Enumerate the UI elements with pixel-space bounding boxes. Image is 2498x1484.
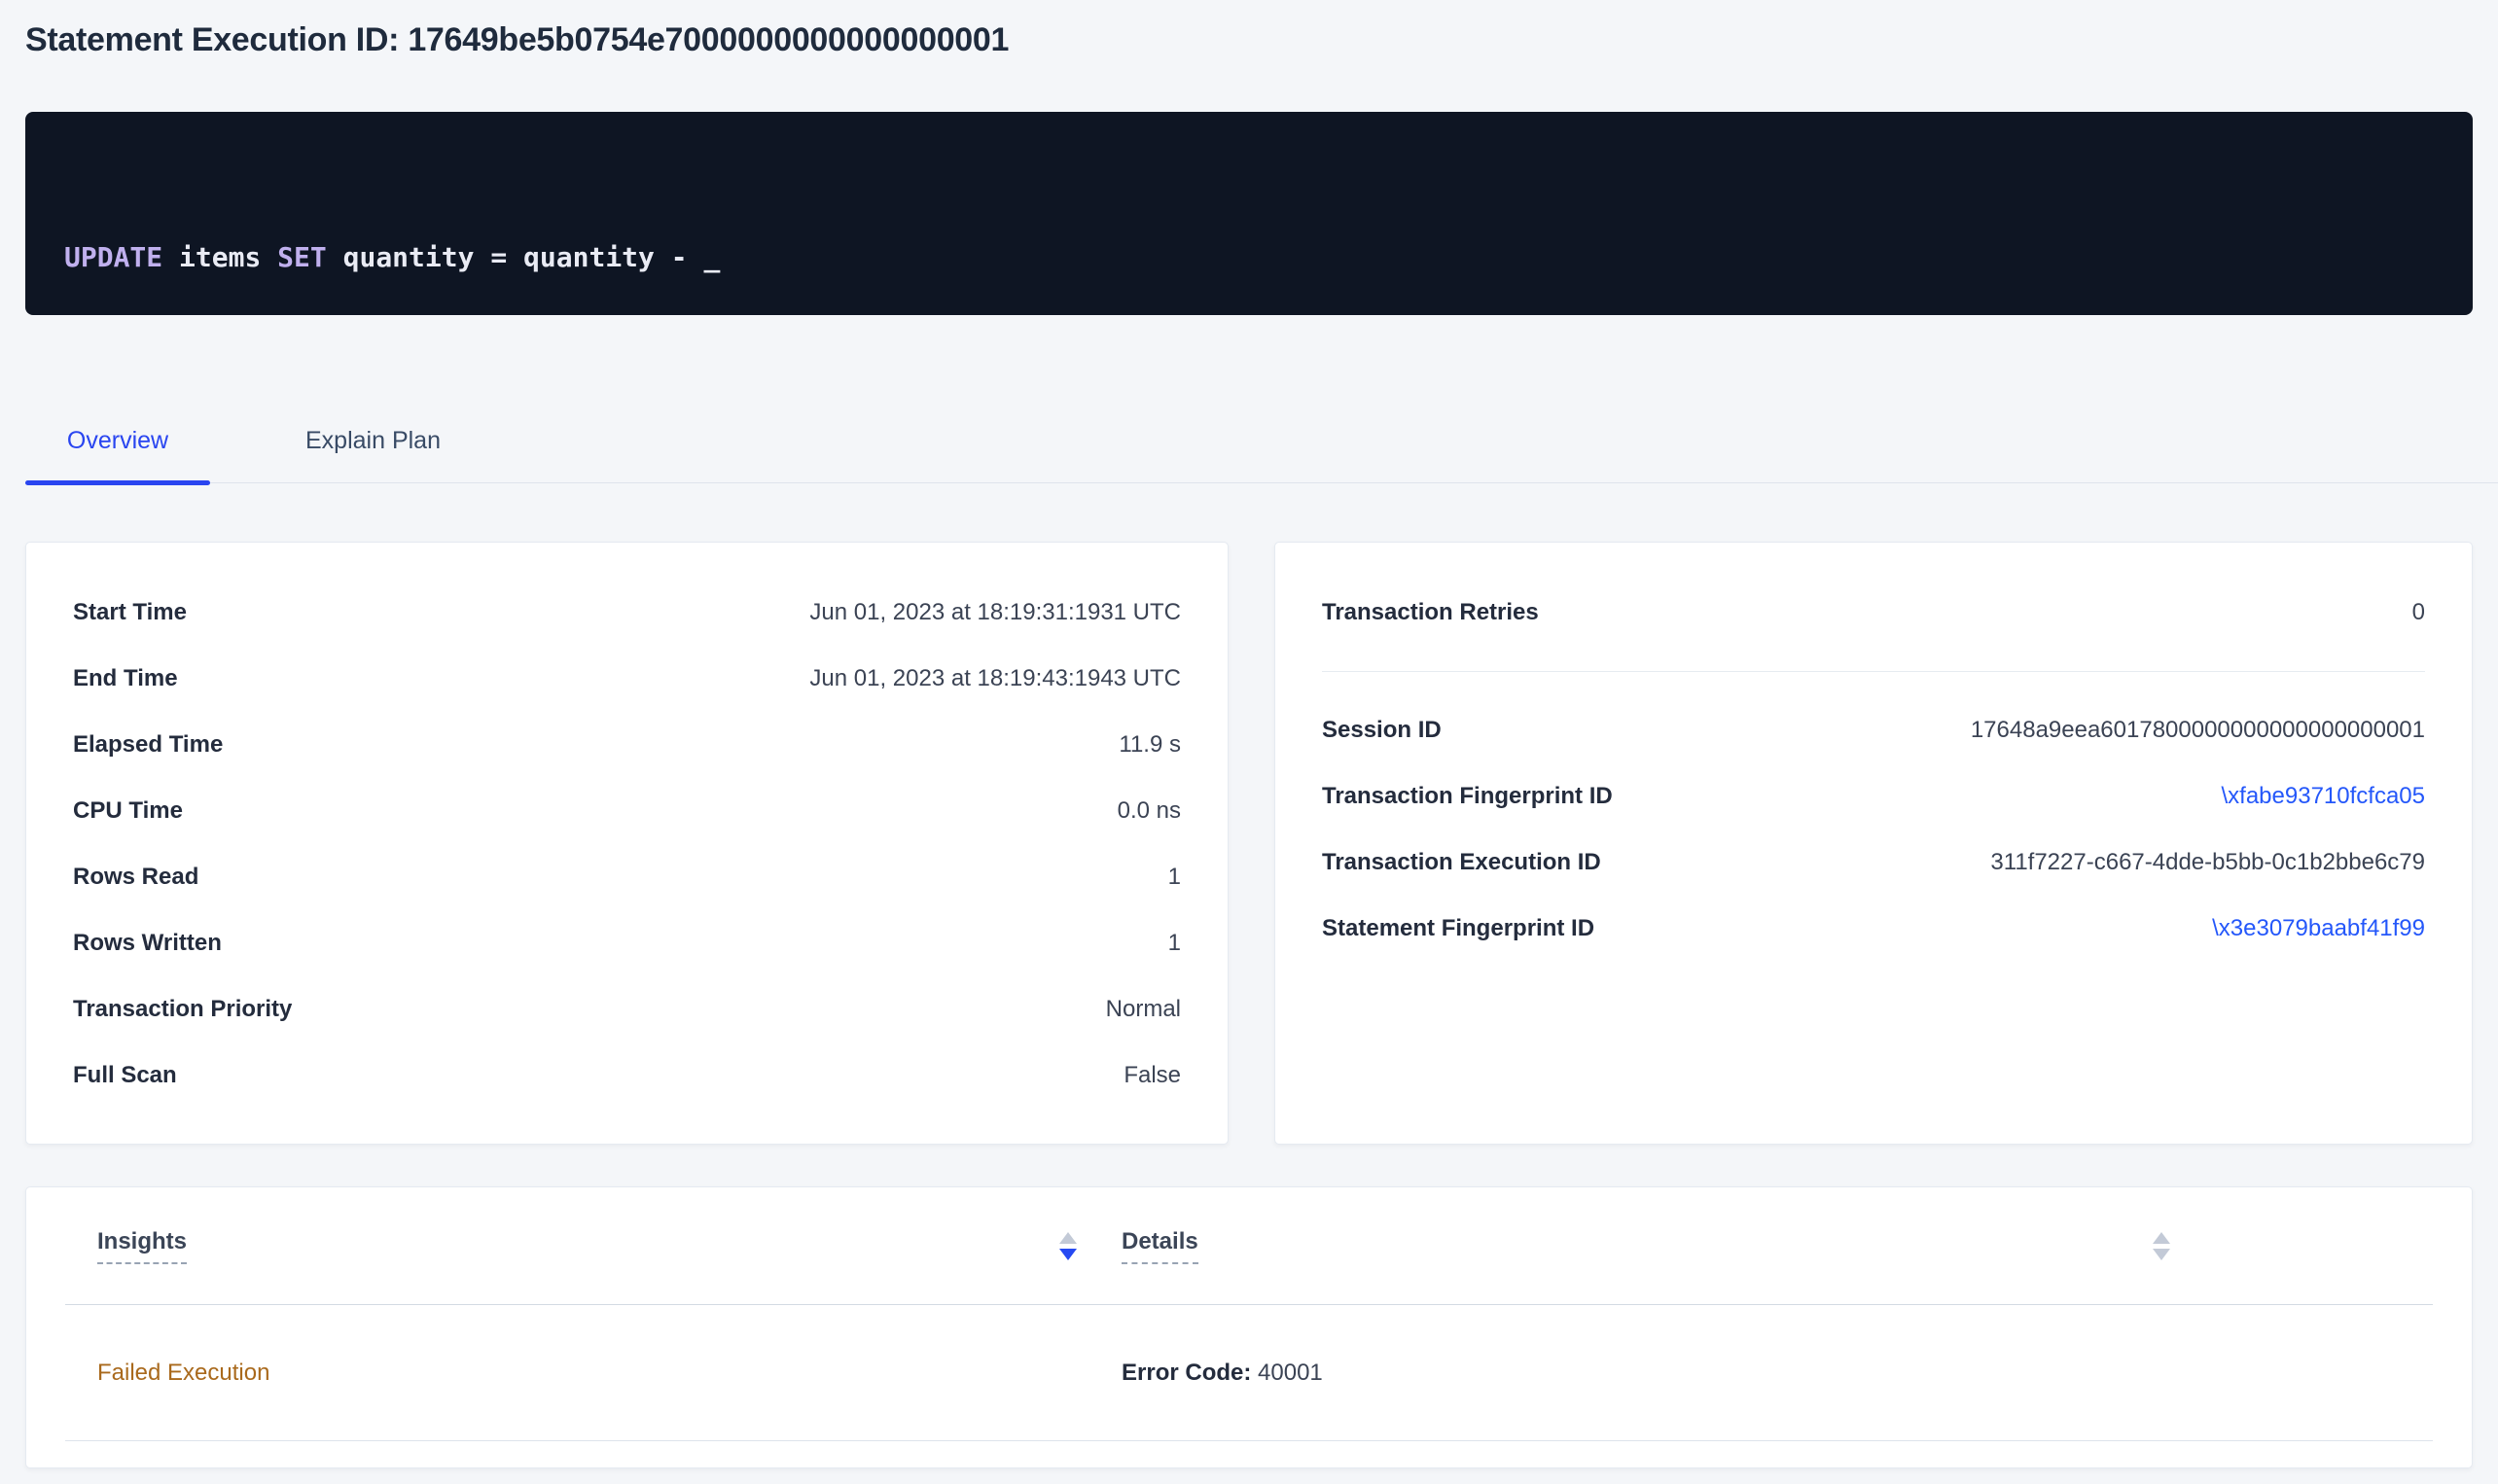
tab-explain-plan[interactable]: Explain Plan xyxy=(305,424,441,482)
row-value: Jun 01, 2023 at 18:19:31:1931 UTC xyxy=(809,599,1181,626)
insights-column-label[interactable]: Insights xyxy=(97,1228,187,1264)
row-label: Full Scan xyxy=(73,1062,177,1089)
table-row: Session ID 17648a9eea6017800000000000000… xyxy=(1322,697,2425,763)
insights-table-header: Insights Details xyxy=(65,1187,2433,1305)
row-value: False xyxy=(1124,1062,1181,1089)
card-divider xyxy=(1322,671,2425,672)
table-row: Full Scan False xyxy=(73,1042,1181,1109)
sql-line-1: UPDATE items SET quantity = quantity - _ xyxy=(64,236,2434,279)
row-label: Rows Written xyxy=(73,930,222,957)
table-row: Transaction Retries 0 xyxy=(1322,580,2425,646)
row-label: Transaction Fingerprint ID xyxy=(1322,783,1613,810)
sql-keyword: SET xyxy=(277,241,327,273)
table-row: Elapsed Time 11.9 s xyxy=(73,712,1181,778)
error-code-text: Error Code: 40001 xyxy=(1122,1360,1323,1387)
tab-overview[interactable]: Overview xyxy=(25,424,210,482)
sort-down-arrow-icon xyxy=(1059,1249,1077,1260)
tab-bar: Overview Explain Plan xyxy=(25,424,2498,483)
table-row: Transaction Priority Normal xyxy=(73,976,1181,1042)
error-code-value: 40001 xyxy=(1251,1360,1322,1386)
row-value: Jun 01, 2023 at 18:19:43:1943 UTC xyxy=(809,665,1181,692)
transaction-fingerprint-link[interactable]: \xfabe93710fcfca05 xyxy=(2222,783,2426,810)
column-header-insights: Insights xyxy=(65,1228,1077,1264)
table-row: Transaction Execution ID 311f7227-c667-4… xyxy=(1322,830,2425,896)
details-column-label[interactable]: Details xyxy=(1122,1228,1198,1264)
row-value: Normal xyxy=(1106,996,1181,1023)
overview-card: Start Time Jun 01, 2023 at 18:19:31:1931… xyxy=(25,542,1229,1145)
insight-type-label: Failed Execution xyxy=(97,1360,269,1387)
sql-statement-box: UPDATE items SET quantity = quantity - _… xyxy=(25,112,2473,315)
row-label: Start Time xyxy=(73,599,187,626)
details-cell: Error Code: 40001 xyxy=(1122,1360,2170,1387)
row-label: Elapsed Time xyxy=(73,731,223,759)
table-row: Statement Fingerprint ID \x3e3079baabf41… xyxy=(1322,896,2425,962)
transaction-details-card: Transaction Retries 0 Session ID 17648a9… xyxy=(1274,542,2473,1145)
insight-cell: Failed Execution xyxy=(65,1360,1077,1387)
row-label: CPU Time xyxy=(73,797,183,825)
sql-text: items xyxy=(162,241,277,273)
row-label: Transaction Retries xyxy=(1322,599,1539,626)
table-row: Transaction Fingerprint ID \xfabe93710fc… xyxy=(1322,763,2425,830)
transaction-execution-id-value: 311f7227-c667-4dde-b5bb-0c1b2bbe6c79 xyxy=(1990,849,2425,876)
sort-icon[interactable] xyxy=(1059,1232,1077,1260)
statement-execution-page: Statement Execution ID: 17649be5b0754e70… xyxy=(0,0,2498,1468)
summary-cards-row: Start Time Jun 01, 2023 at 18:19:31:1931… xyxy=(25,542,2473,1145)
column-header-details: Details xyxy=(1122,1228,2170,1264)
row-value: 1 xyxy=(1168,930,1181,957)
sort-up-arrow-icon xyxy=(1059,1232,1077,1244)
sort-icon[interactable] xyxy=(2153,1232,2170,1260)
table-row: Rows Read 1 xyxy=(73,844,1181,910)
row-label: Session ID xyxy=(1322,717,1442,744)
row-value: 0.0 ns xyxy=(1118,797,1181,825)
table-row: Failed Execution Error Code: 40001 xyxy=(65,1305,2433,1441)
row-value: 1 xyxy=(1168,864,1181,891)
sql-keyword: UPDATE xyxy=(64,241,162,273)
table-row: End Time Jun 01, 2023 at 18:19:43:1943 U… xyxy=(73,646,1181,712)
table-row: CPU Time 0.0 ns xyxy=(73,778,1181,844)
row-label: Transaction Priority xyxy=(73,996,292,1023)
table-row: Rows Written 1 xyxy=(73,910,1181,976)
sql-statement-code: UPDATE items SET quantity = quantity - _… xyxy=(64,151,2434,315)
table-row: Start Time Jun 01, 2023 at 18:19:31:1931… xyxy=(73,580,1181,646)
error-code-label: Error Code: xyxy=(1122,1360,1251,1386)
row-value: 0 xyxy=(2412,599,2425,626)
sql-text: quantity = quantity - _ xyxy=(327,241,721,273)
session-id-value: 17648a9eea6017800000000000000000001 xyxy=(1971,717,2425,744)
row-value: 11.9 s xyxy=(1119,731,1181,759)
row-label: Transaction Execution ID xyxy=(1322,849,1601,876)
row-label: End Time xyxy=(73,665,178,692)
row-label: Statement Fingerprint ID xyxy=(1322,915,1594,942)
sort-down-arrow-icon xyxy=(2153,1249,2170,1260)
row-label: Rows Read xyxy=(73,864,198,891)
insights-table-card: Insights Details Failed Execution Error … xyxy=(25,1186,2473,1468)
page-title: Statement Execution ID: 17649be5b0754e70… xyxy=(25,0,2473,60)
sort-up-arrow-icon xyxy=(2153,1232,2170,1244)
statement-fingerprint-link[interactable]: \x3e3079baabf41f99 xyxy=(2212,915,2425,942)
